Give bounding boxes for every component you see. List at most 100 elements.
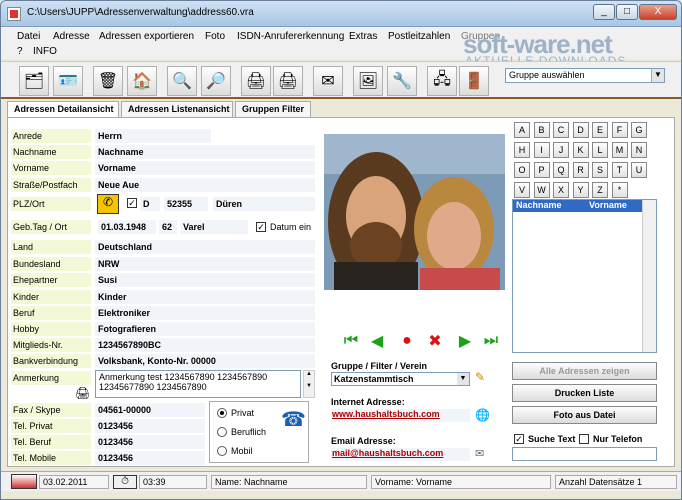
email-field[interactable]: mail@haushaltsbuch.com [331,448,470,461]
alpha-button-w[interactable]: W [533,182,550,198]
tools-icon[interactable]: 🔧 [387,66,417,96]
radio-beruflich[interactable] [217,427,227,437]
alpha-button-u[interactable]: U [631,162,647,178]
cancel-icon[interactable]: ✖ [425,332,445,350]
tel-beruf-field[interactable]: 0123456 [95,435,205,449]
list-col-vorname[interactable]: Vorname [589,200,627,210]
anmerkung-scrollbar[interactable]: ▲ ▼ [303,370,315,398]
envelope-icon[interactable]: ✉ [475,447,484,460]
alpha-button-x[interactable]: X [553,182,569,198]
card-icon[interactable]: 🪪 [53,66,83,96]
anmerkung-textarea[interactable]: Anmerkung test 1234567890 1234567890 123… [95,370,301,398]
alpha-button-o[interactable]: O [514,162,530,178]
alpha-button-p[interactable]: P [533,162,550,178]
radio-privat[interactable] [217,408,227,418]
globe-icon[interactable]: 🌐 [475,408,490,422]
alpha-button-y[interactable]: Y [572,182,589,198]
alpha-button-c[interactable]: C [553,122,569,138]
geb-ort-field[interactable]: Varel [180,220,248,234]
print-preview-icon[interactable]: 🖨 [241,66,271,96]
post-horn-icon[interactable]: ✆ [97,194,119,214]
chevron-down-icon[interactable]: ▼ [651,69,664,82]
alpha-button-b[interactable]: B [533,122,550,138]
group-dropdown-arrow-icon[interactable]: ▼ [457,373,469,385]
plz-country-checkbox[interactable]: ✓ [127,198,137,208]
alpha-button-r[interactable]: R [572,162,589,178]
next-record-icon[interactable]: ▶ [455,332,475,350]
alpha-button-q[interactable]: Q [553,162,569,178]
alpha-button-all[interactable]: * [611,182,628,198]
menu-postleitzahlen[interactable]: Postleitzahlen [388,31,450,42]
group-dropdown[interactable]: Katzenstammtisch ▼ [331,372,470,386]
alpha-button-m[interactable]: M [611,142,628,158]
tab-gruppen-filter[interactable]: Gruppen Filter [235,101,311,117]
tel-privat-field[interactable]: 0123456 [95,419,205,433]
open-file-icon[interactable]: 🗂 [19,66,49,96]
alpha-button-s[interactable]: S [592,162,608,178]
strasse-field[interactable]: Neue Aue [95,178,315,192]
ort-field[interactable]: Düren [213,197,315,211]
tab-detailansicht[interactable]: Adressen Detailansicht [7,101,119,117]
alpha-button-d[interactable]: D [572,122,589,138]
menu-info[interactable]: INFO [33,46,57,57]
bank-field[interactable]: Volksbank, Konto-Nr. 00000 [95,354,315,368]
menu-exportieren[interactable]: Adressen exportieren [99,31,194,42]
ehepartner-field[interactable]: Susi [95,273,315,287]
internet-field[interactable]: www.haushaltsbuch.com [331,409,470,422]
age-field[interactable]: 62 [159,220,177,234]
first-record-icon[interactable]: ⏮ [341,332,361,350]
dial-phone-icon[interactable]: ☎ [281,407,306,432]
datum-ein-checkbox[interactable]: ✓ [256,222,266,232]
mail-icon[interactable]: ✉ [313,66,343,96]
land-field[interactable]: Deutschland [95,240,315,254]
maximize-button[interactable]: □ [616,4,638,20]
photo-from-file-button[interactable]: Foto aus Datei [512,406,657,424]
alpha-button-k[interactable]: K [572,142,589,158]
alpha-button-n[interactable]: N [631,142,647,158]
fax-field[interactable]: 04561-00000 [95,403,205,417]
last-record-icon[interactable]: ⏭ [481,332,501,350]
radio-mobil[interactable] [217,446,227,456]
alpha-button-a[interactable]: A [514,122,530,138]
tab-listenansicht[interactable]: Adressen Listenansicht [121,101,233,117]
list-col-nachname[interactable]: Nachname [516,200,562,210]
alpha-button-i[interactable]: I [533,142,550,158]
printer-icon[interactable]: 🖨 [273,66,303,96]
search-text-checkbox[interactable]: ✓ [514,434,524,444]
vorname-field[interactable]: Vorname [95,161,315,175]
menu-help[interactable]: ? [17,46,23,57]
list-scrollbar[interactable] [642,200,656,352]
exit-icon[interactable]: 🚪 [459,66,489,96]
group-select[interactable]: Gruppe auswählen ▼ [505,68,665,83]
kinder-field[interactable]: Kinder [95,290,315,304]
alpha-button-f[interactable]: F [611,122,628,138]
printer-small-icon[interactable]: 🖨 [75,386,90,400]
minimize-button[interactable]: _ [593,4,615,20]
menu-extras[interactable]: Extras [349,31,377,42]
alpha-button-e[interactable]: E [592,122,608,138]
picture-icon[interactable]: 🖼 [353,66,383,96]
geb-date-field[interactable]: 01.03.1948 [98,220,156,234]
beruf-field[interactable]: Elektroniker [95,306,315,320]
search-icon[interactable]: 🔍 [167,66,197,96]
alpha-button-j[interactable]: J [553,142,569,158]
alpha-button-z[interactable]: Z [592,182,608,198]
alpha-button-h[interactable]: H [514,142,530,158]
alpha-button-t[interactable]: T [611,162,628,178]
trash-icon[interactable]: 🗑 [93,66,123,96]
menu-datei[interactable]: Datei [17,31,40,42]
prev-record-icon[interactable]: ◀ [367,332,387,350]
alpha-button-g[interactable]: G [631,122,647,138]
network-icon[interactable]: 🖧 [427,66,457,96]
close-button[interactable]: X [639,4,677,20]
search-input[interactable] [512,447,657,461]
only-phone-checkbox[interactable] [579,434,589,444]
record-icon[interactable]: ● [397,332,417,350]
anrede-field[interactable]: Herrn [95,129,211,143]
menu-adresse[interactable]: Adresse [53,31,90,42]
menu-foto[interactable]: Foto [205,31,225,42]
print-list-button[interactable]: Drucken Liste [512,384,657,402]
edit-pencil-icon[interactable]: ✎ [475,370,485,384]
alpha-button-v[interactable]: V [514,182,530,198]
bundesland-field[interactable]: NRW [95,257,315,271]
